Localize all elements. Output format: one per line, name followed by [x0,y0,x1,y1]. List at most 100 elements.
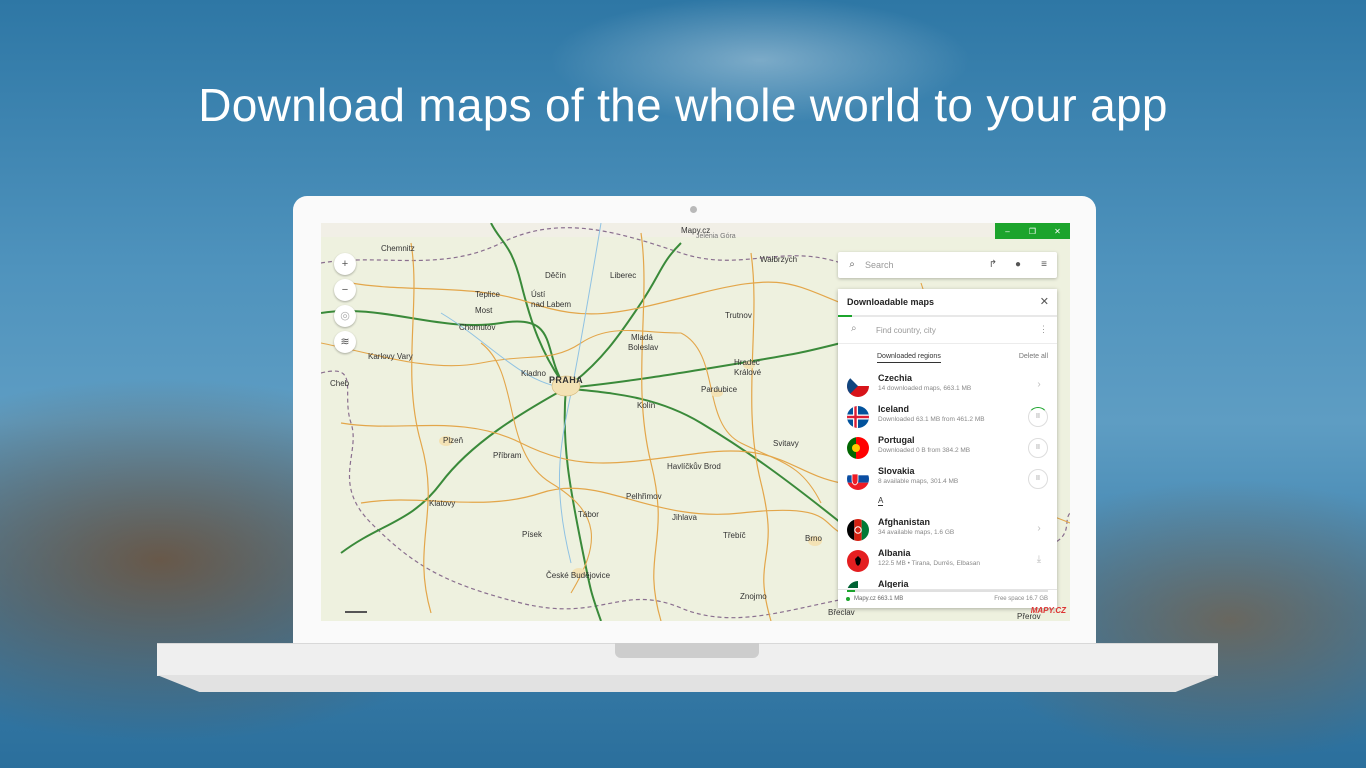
download-icon[interactable]: ⤓ [1030,551,1048,569]
close-window-button[interactable]: ✕ [1048,227,1068,236]
letter-label: A [878,496,884,506]
country-info: Downloaded 63.1 MB from 461.2 MB [878,416,985,423]
search-icon: ⌕ [851,323,857,334]
country-info: 8 available maps, 301.4 MB [878,478,959,485]
country-name: Iceland [878,404,910,414]
route-icon[interactable]: ↱ [986,258,1000,272]
czechia-flag-icon [847,375,869,397]
zoom-out-button[interactable]: − [334,279,356,301]
map-label: Trutnov [725,311,752,320]
map-label: Písek [522,530,543,539]
map-label: Chemnitz [381,244,415,253]
storage-bar [847,590,1048,592]
pause-icon[interactable]: II [1028,469,1048,489]
map-label: Brno [805,534,822,543]
map-label: Tábor [578,510,599,519]
afghanistan-flag-icon [847,519,869,541]
panel-header: Downloadable maps ✕ [838,289,1057,317]
map-label: Karlovy Vary [368,352,413,361]
more-icon[interactable]: ⋮ [1039,324,1048,335]
search-icon: ⌕ [849,259,855,270]
panel-tabs: Downloaded regions Delete all [838,344,1057,368]
country-row-czechia[interactable]: Czechia 14 downloaded maps, 663.1 MB › [838,368,1057,399]
map-label: Klatovy [429,499,456,508]
layers-icon[interactable]: ≋ [334,331,356,353]
restore-button[interactable]: ❐ [1023,227,1043,236]
laptop-notch [615,643,759,658]
map-label: Hradec [734,358,760,367]
letter-divider: A [838,492,1057,512]
panel-title: Downloadable maps [847,297,935,307]
slovakia-flag-icon [847,468,869,490]
find-field[interactable]: ⌕ Find country, city ⋮ [838,317,1057,344]
map-label: Pardubice [701,385,738,394]
locate-icon[interactable]: ◎ [334,305,356,327]
delete-all-button[interactable]: Delete all [1019,353,1048,360]
country-info: Downloaded 0 B from 384.2 MB [878,447,971,454]
country-info: 122.5 MB • Tirana, Durrës, Elbasan [878,560,980,567]
chevron-right-icon[interactable]: › [1030,376,1048,394]
albania-flag-icon [847,550,869,572]
search-bar[interactable]: ⌕ Search ↱ ● ≡ [838,252,1057,278]
map-label: Znojmo [740,592,767,601]
country-name: Portugal [878,435,915,445]
map-label: Králové [734,368,762,377]
zoom-in-button[interactable]: + [334,253,356,275]
country-name: Afghanistan [878,517,931,527]
country-row-albania[interactable]: Albania 122.5 MB • Tirana, Durrës, Elbas… [838,543,1057,574]
country-name: Slovakia [878,466,915,476]
laptop-base-edge [157,675,1218,692]
map-label: Pelhřimov [626,492,662,501]
map-label: Ústí [531,290,546,299]
map-label: České Budějovice [546,571,611,580]
free-space: Free space 16.7 GB [994,596,1048,602]
map-label: Břeclav [828,608,855,617]
country-row-slovakia[interactable]: Slovakia 8 available maps, 301.4 MB II [838,461,1057,492]
map-label: Jihlava [672,513,697,522]
storage-dot [846,597,850,601]
mapy-logo: MAPY.CZ [1030,606,1066,615]
country-info: 34 available maps, 1.6 GB [878,529,955,536]
map-label: nad Labem [531,300,572,309]
find-input[interactable]: Find country, city [876,326,936,335]
map-label: Jelenia Góra [696,233,736,240]
map-label: Kolín [637,401,656,410]
country-row-portugal[interactable]: Portugal Downloaded 0 B from 384.2 MB II [838,430,1057,461]
map-label: Havlíčkův Brod [667,462,721,471]
map-label: Wałbrzych [760,255,798,264]
map-label: Třebíč [723,531,746,540]
algeria-flag-icon [847,581,869,588]
map-label: Kladno [521,369,546,378]
country-name: Czechia [878,373,913,383]
close-icon[interactable]: ✕ [1040,295,1049,308]
downloadable-maps-panel: Downloadable maps ✕ ⌕ Find country, city… [838,289,1057,608]
laptop-camera [690,206,697,213]
map-label: Cheb [330,379,350,388]
app-window: Mapy.cz Jelenia Góra Chemnitz Wałbrzych … [321,223,1070,621]
country-row-afghanistan[interactable]: Afghanistan 34 available maps, 1.6 GB › [838,512,1057,543]
profile-icon[interactable]: ● [1011,258,1025,272]
chevron-right-icon[interactable]: › [1030,520,1048,538]
pause-icon[interactable]: II [1028,438,1048,458]
map-scale-bar [345,611,367,613]
menu-icon[interactable]: ≡ [1037,258,1051,272]
map-label: Příbram [493,451,522,460]
minimize-button[interactable]: – [998,227,1018,236]
headline: Download maps of the whole world to your… [198,79,1168,131]
country-row-algeria[interactable]: Algeria [838,574,1057,588]
map-label-capital: PRAHA [549,375,584,385]
country-row-iceland[interactable]: Iceland Downloaded 63.1 MB from 461.2 MB… [838,399,1057,430]
storage-used: Mapy.cz 663.1 MB [854,596,904,602]
country-name: Albania [878,548,911,558]
window-controls: – ❐ ✕ [995,223,1070,239]
map-label: Liberec [610,271,637,280]
iceland-flag-icon [847,406,869,428]
search-input[interactable]: Search [865,260,894,270]
map-label: Děčín [545,271,566,280]
map-label: Mladá [631,333,653,342]
map-label: Chomutov [459,323,496,332]
country-info: 14 downloaded maps, 663.1 MB [878,385,972,392]
map-label: Plzeň [443,436,464,445]
tab-downloaded-regions[interactable]: Downloaded regions [877,353,941,363]
pause-icon[interactable]: II [1028,407,1048,427]
